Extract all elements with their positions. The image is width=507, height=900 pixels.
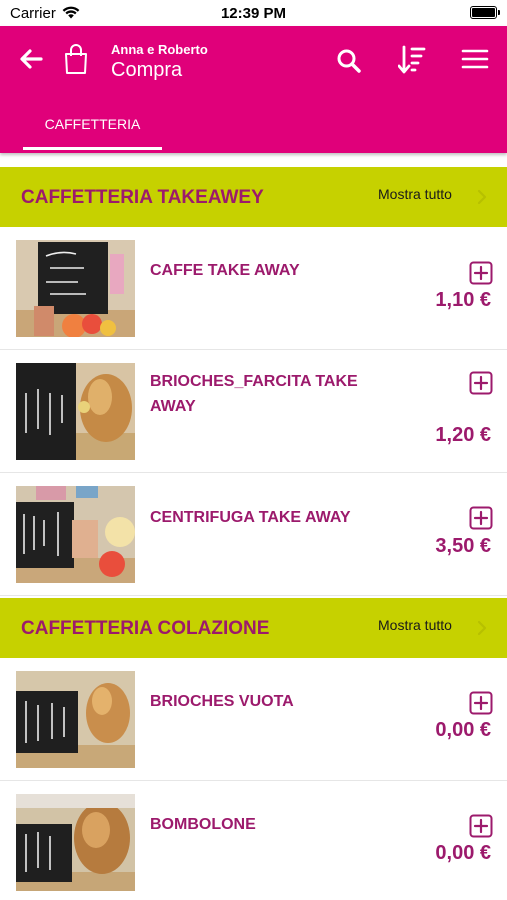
add-to-cart-icon[interactable] (469, 371, 493, 395)
product-name: CENTRIFUGA TAKE AWAY (150, 509, 351, 526)
product-name: BOMBOLONE (150, 816, 256, 833)
chevron-right-icon[interactable] (477, 189, 487, 205)
product-row[interactable]: CENTRIFUGA TAKE AWAY 3,50 € (0, 473, 507, 596)
section-header-caffetteria-colazione: CAFFETTERIA COLAZIONE Mostra tutto (0, 598, 507, 658)
product-price: 0,00 € (435, 719, 491, 741)
product-name: BRIOCHES_FARCITA TAKE AWAY (150, 373, 358, 415)
product-price: 1,20 € (435, 424, 491, 446)
search-icon[interactable] (336, 48, 362, 74)
product-image (16, 363, 135, 460)
tab-label: CAFFETTERIA (44, 116, 141, 132)
product-name: BRIOCHES VUOTA (150, 693, 294, 710)
product-image (16, 671, 135, 768)
product-price: 1,10 € (435, 289, 491, 311)
chevron-right-icon[interactable] (477, 620, 487, 636)
product-image (16, 486, 135, 583)
product-row[interactable]: BRIOCHES VUOTA 0,00 € (0, 658, 507, 781)
add-to-cart-icon[interactable] (469, 814, 493, 838)
clock: 12:39 PM (220, 5, 287, 22)
add-to-cart-icon[interactable] (469, 691, 493, 715)
active-tab-indicator (23, 147, 162, 150)
show-all-link[interactable]: Mostra tutto (378, 186, 452, 202)
user-name: Anna e Roberto (111, 42, 208, 57)
show-all-link[interactable]: Mostra tutto (378, 617, 452, 633)
add-to-cart-icon[interactable] (469, 506, 493, 530)
product-row[interactable]: CAFFE TAKE AWAY 1,10 € (0, 227, 507, 350)
hamburger-menu-icon[interactable] (461, 48, 489, 70)
product-name: CAFFE TAKE AWAY (150, 262, 300, 279)
section-title: CAFFETTERIA COLAZIONE (21, 618, 270, 639)
product-row[interactable]: BRIOCHES_FARCITA TAKE AWAY 1,20 € (0, 350, 507, 473)
add-to-cart-icon[interactable] (469, 261, 493, 285)
product-image (16, 240, 135, 337)
product-price: 3,50 € (435, 535, 491, 557)
back-arrow-icon[interactable] (19, 48, 43, 70)
product-row[interactable]: BOMBOLONE 0,00 € (0, 781, 507, 900)
battery-icon (470, 6, 500, 19)
sort-icon[interactable] (398, 45, 426, 75)
tab-caffetteria[interactable]: CAFFETTERIA (23, 106, 162, 153)
product-price: 0,00 € (435, 842, 491, 864)
section-title: CAFFETTERIA TAKEAWEY (21, 187, 264, 208)
page-title: Compra (111, 59, 183, 81)
shopping-bag-icon (65, 44, 87, 74)
app-header: Anna e Roberto Compra CAFFETTERIA (0, 26, 507, 153)
status-bar: Carrier 12:39 PM (0, 0, 507, 26)
product-image (16, 794, 135, 891)
section-header-caffetteria-takeawey: CAFFETTERIA TAKEAWEY Mostra tutto (0, 167, 507, 227)
